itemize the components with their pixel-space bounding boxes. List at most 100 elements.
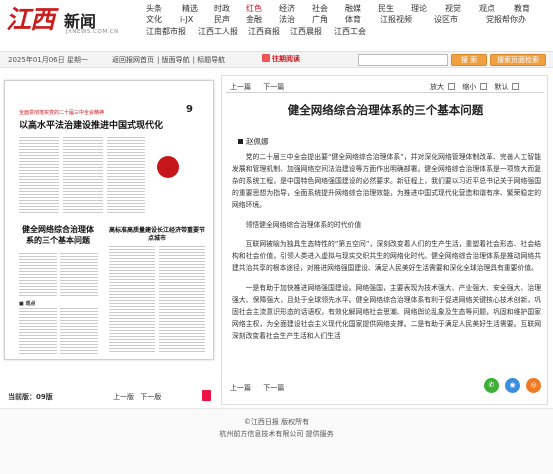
prev-article-link[interactable]: 上一篇: [230, 83, 251, 91]
nav-link[interactable]: 社会: [312, 3, 328, 14]
nav-link[interactable]: 理论: [411, 3, 427, 14]
nav-link[interactable]: 体育: [345, 14, 361, 25]
site-footer: ©江西日报 版权所有 杭州前方信息技术有限公司 提供服务: [0, 408, 553, 474]
search-input[interactable]: [358, 54, 448, 66]
toolbar-links: 返回报网首页 | 版面导航 | 标题导航: [112, 56, 226, 64]
text-column: [109, 246, 155, 354]
advanced-search-button[interactable]: 搜索页面检索: [490, 54, 546, 66]
next-article-link[interactable]: 下一篇: [263, 83, 284, 91]
zoom-out-icon: [480, 83, 488, 90]
zoom-in-icon: [448, 83, 455, 90]
service-provider: 杭州前方信息技术有限公司 提供服务: [219, 430, 334, 438]
page-number: 9: [186, 104, 193, 115]
nav-link[interactable]: 江南都市报: [146, 26, 186, 37]
nav-link[interactable]: 视觉: [445, 3, 461, 14]
nav-link[interactable]: 党报帮你办: [486, 14, 526, 25]
zoom-in-label: 放大: [430, 83, 444, 91]
article-top-nav: 上一篇 下一篇: [230, 82, 294, 92]
nav-link[interactable]: i-JX: [180, 14, 193, 25]
page-sub-headline-left[interactable]: 健全网络综合治理体系的三个基本问题: [19, 224, 97, 246]
bullet-icon: [238, 139, 243, 144]
nav-link[interactable]: 江报视频: [380, 14, 412, 25]
next-page-link[interactable]: 下一版: [140, 393, 161, 401]
nav-link[interactable]: 江西商报: [248, 26, 280, 37]
past-issues-link[interactable]: 往期阅读: [262, 54, 300, 66]
nav-link[interactable]: 江西工人报: [198, 26, 238, 37]
zoom-out-button[interactable]: 缩小: [462, 83, 488, 91]
search-button[interactable]: 搜 索: [451, 54, 487, 66]
article-subheading: 领悟健全网络综合治理体系的时代价值: [245, 220, 362, 229]
text-column: [19, 137, 59, 215]
logo-jiangxi: 江西: [6, 5, 55, 34]
paper-toolbar: 2025年01月06日 星期一 返回报网首页 | 版面导航 | 标题导航 往期阅读 …: [0, 51, 553, 68]
text-column: [63, 137, 103, 215]
zoom-out-label: 缩小: [462, 83, 477, 91]
nav-link[interactable]: 融媒: [345, 3, 361, 14]
nav-link[interactable]: 民声: [214, 14, 230, 25]
default-size-label: 默认: [494, 83, 509, 91]
nav-link[interactable]: 广角: [312, 14, 328, 25]
qq-share-icon[interactable]: ◉: [505, 378, 520, 393]
article-author: 赵佩娜: [238, 136, 269, 147]
nav-link[interactable]: 精选: [182, 3, 198, 14]
nav-row-secondary: 文化 i-JX 民声 金融 法治 广角 体育 江报视频 设区市 党报帮你办: [140, 14, 550, 25]
default-size-button[interactable]: 默认: [494, 83, 520, 91]
share-buttons: ✆ ◉ ◎: [484, 378, 544, 394]
prev-article-link-bottom[interactable]: 上一篇: [230, 384, 251, 392]
nav-link[interactable]: 观点: [479, 3, 495, 14]
current-edition: 当前版：09版: [8, 393, 53, 401]
title-nav-link[interactable]: 标题导航: [197, 56, 225, 64]
nav-link[interactable]: 红色: [246, 3, 262, 14]
article-title: 健全网络综合治理体系的三个基本问题: [287, 103, 484, 117]
page-small-head: ■ 观点: [19, 301, 36, 307]
nav-link[interactable]: 江西晨报: [290, 26, 322, 37]
newspaper-page-image[interactable]: 全面贯彻落实党的二十届三中全会精神 9 以高水平法治建设推进中国式现代化 健全网…: [4, 80, 214, 360]
site-logo[interactable]: 江西 新闻 JXNEWS.COM.CN: [6, 2, 119, 38]
text-column: [60, 253, 98, 297]
nav-row-partners: 江南都市报 江西工人报 江西商报 江西晨报 江西工会: [140, 26, 550, 37]
column-seal-image: [149, 144, 185, 196]
copyright: ©江西日报 版权所有: [243, 418, 310, 426]
article-bottom-nav: 上一篇 下一篇: [230, 383, 294, 393]
nav-link[interactable]: 金融: [246, 14, 262, 25]
weibo-share-icon[interactable]: ◎: [526, 378, 541, 393]
nav-link[interactable]: 经济: [279, 3, 295, 14]
seal-red-circle: [157, 156, 179, 178]
text-column: [60, 308, 98, 354]
divider: [226, 92, 544, 93]
text-column: [19, 253, 57, 297]
nav-link[interactable]: 设区市: [434, 14, 458, 25]
article-panel: 上一篇 下一篇 放大 缩小 默认 健全网络综合治理体系的三个基本问题 赵佩娜 党…: [221, 75, 548, 405]
issue-date: 2025年01月06日 星期一: [8, 56, 88, 64]
zoom-in-button[interactable]: 放大: [430, 83, 456, 91]
nav-link[interactable]: 江西工会: [334, 26, 366, 37]
next-article-link-bottom[interactable]: 下一篇: [263, 384, 284, 392]
page-headline[interactable]: 以高水平法治建设推进中国式现代化: [19, 118, 163, 131]
calendar-icon: [262, 54, 270, 62]
wechat-share-icon[interactable]: ✆: [484, 378, 499, 393]
nav-link[interactable]: 教育: [514, 3, 530, 14]
author-name: 赵佩娜: [246, 137, 269, 146]
page-sub-headline-right[interactable]: 高标准高质量建设长江经济带重要节点城市: [109, 227, 205, 243]
text-column: [159, 246, 205, 354]
text-column: [19, 308, 57, 354]
nav-link[interactable]: 时政: [214, 3, 230, 14]
nav-row-primary: 头条 精选 时政 红色 经济 社会 融媒 民生 理论 视觉 观点 教育: [140, 3, 550, 14]
nav-link[interactable]: 文化: [146, 14, 162, 25]
main-nav: 头条 精选 时政 红色 经济 社会 融媒 民生 理论 视觉 观点 教育 文化 i-JX 民声 金融 法治 广角 体…: [140, 3, 550, 37]
nav-link[interactable]: 法治: [279, 14, 295, 25]
default-size-icon: [512, 83, 520, 90]
page-top-banner: 全面贯彻落实党的二十届三中全会精神: [19, 110, 105, 116]
prev-page-link[interactable]: 上一版: [113, 393, 134, 401]
newspaper-page-panel: 全面贯彻落实党的二十届三中全会精神 9 以高水平法治建设推进中国式现代化 健全网…: [0, 70, 218, 401]
nav-link[interactable]: 头条: [146, 3, 162, 14]
home-link[interactable]: 返回报网首页: [112, 56, 154, 64]
article-paragraph: 党的二十届三中全会提出要“健全网络综合治理体系”，并对深化网络管理体制改革、完善…: [232, 153, 541, 209]
nav-link[interactable]: 民生: [378, 3, 394, 14]
past-issues-label: 往期阅读: [272, 55, 300, 63]
text-column: [107, 137, 145, 215]
logo-domain: JXNEWS.COM.CN: [66, 29, 119, 35]
article-paragraph: 互联网被喻为独具生态特性的“第五空间”，深刻改变着人们的生产生活，重塑着社会形态…: [232, 240, 541, 273]
pdf-icon[interactable]: [202, 390, 211, 401]
page-nav-link[interactable]: 版面导航: [162, 56, 190, 64]
